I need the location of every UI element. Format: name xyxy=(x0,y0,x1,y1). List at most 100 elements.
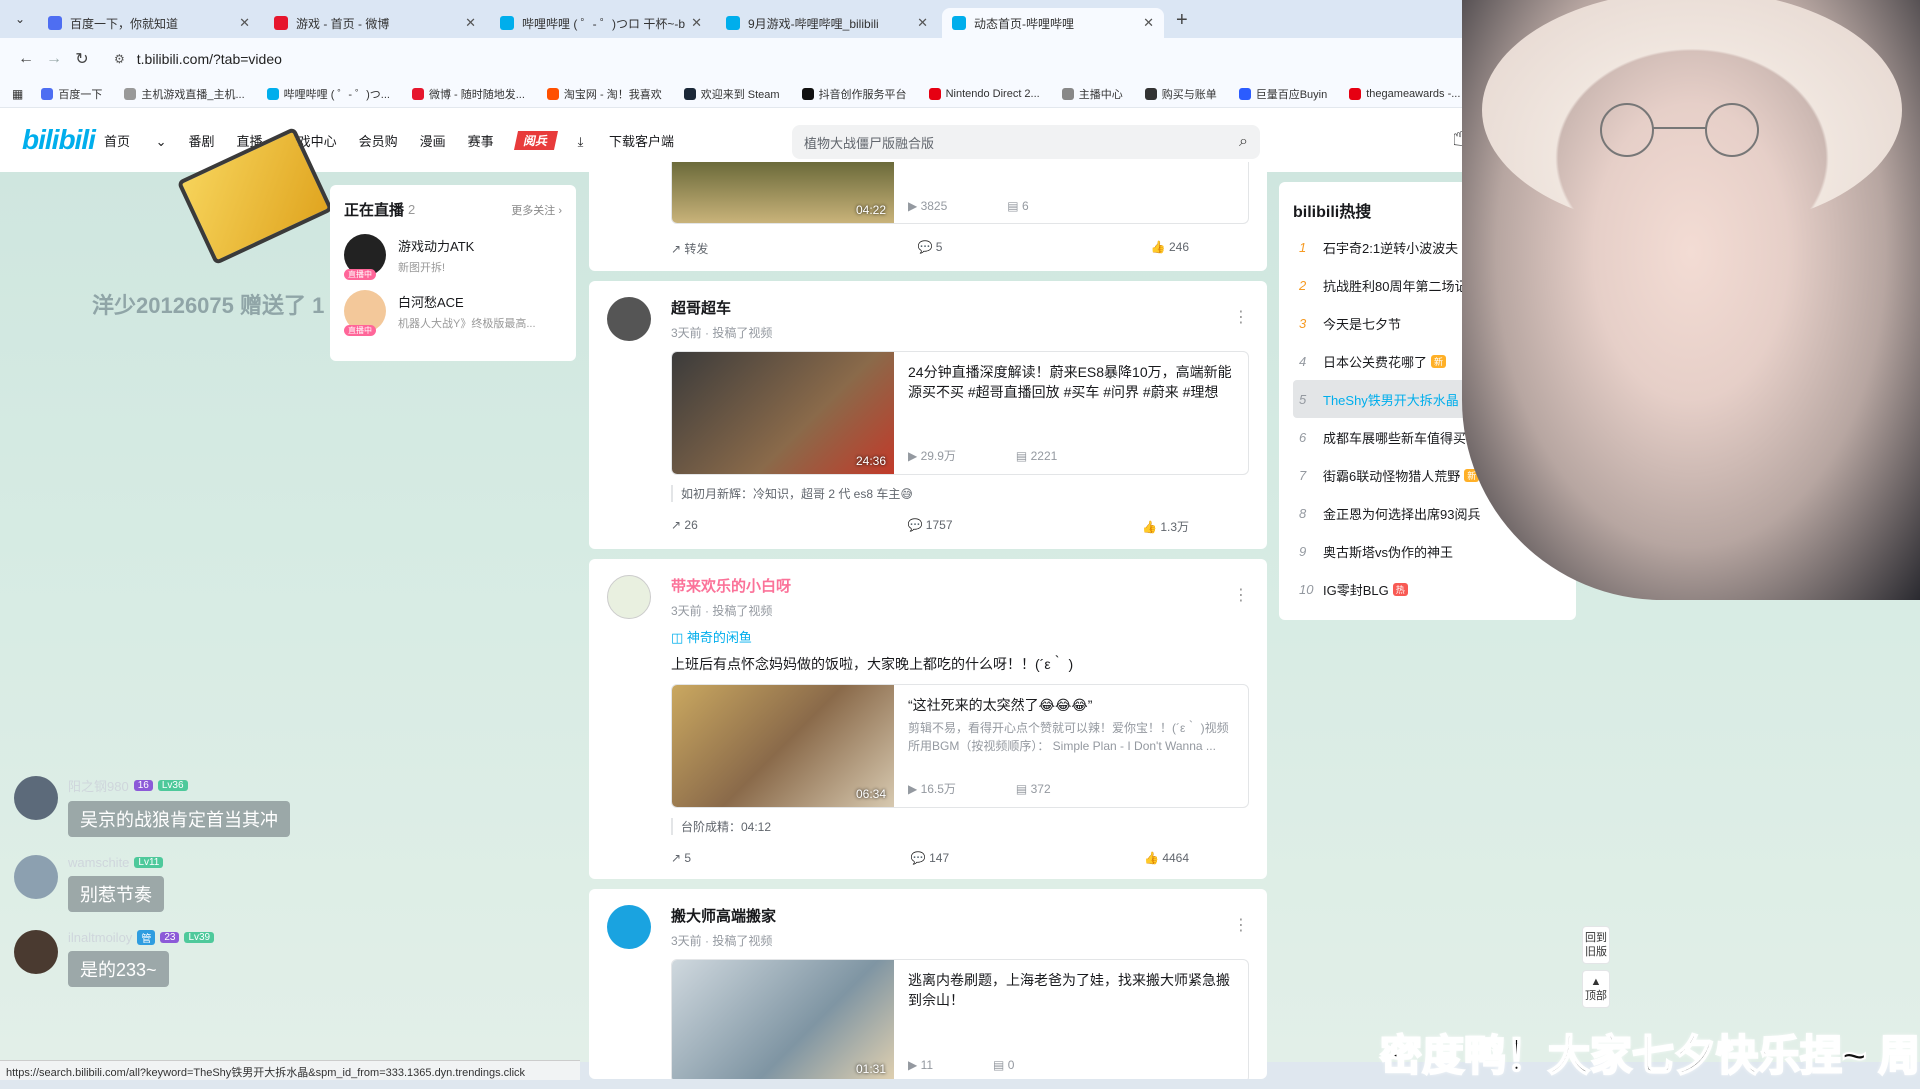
hot-tag: 热 xyxy=(1392,582,1408,596)
video-thumbnail[interactable]: 04:22 xyxy=(672,162,894,223)
bilibili-logo[interactable]: bilibili xyxy=(22,124,102,156)
browser-tab[interactable]: 游戏 - 首页 - 微博 ✕ xyxy=(264,8,486,38)
play-icon: ▶ 16.5万 xyxy=(908,782,956,796)
close-icon[interactable]: ✕ xyxy=(239,15,250,31)
nav-download[interactable]: ⤓ 下载客户端 xyxy=(578,131,696,150)
live-item[interactable]: 直播中 游戏动力ATK 新图开拆! xyxy=(344,234,562,280)
apps-icon[interactable]: ▦ xyxy=(12,87,23,101)
close-icon[interactable]: ✕ xyxy=(691,15,702,31)
author-name[interactable]: 搬大师高端搬家 xyxy=(671,905,1249,926)
danmaku-icon: ▤ 0 xyxy=(993,1058,1015,1072)
topic-link[interactable]: ◫ 神奇的闲鱼 xyxy=(671,627,1249,646)
close-icon[interactable]: ✕ xyxy=(465,15,476,31)
close-icon[interactable]: ✕ xyxy=(917,15,928,31)
search-input[interactable]: 植物大战僵尸版融合版 ⌕ xyxy=(792,125,1260,159)
bookmark-item[interactable]: 微博 - 随时随地发... xyxy=(411,86,525,102)
bookmark-item[interactable]: 抖音创作服务平台 xyxy=(801,86,907,102)
author-name[interactable]: 带来欢乐的小白呀 xyxy=(671,575,1249,596)
danmaku-icon: ▤ 372 xyxy=(1015,782,1051,796)
avatar[interactable] xyxy=(607,297,651,341)
video-card[interactable]: 24:36 24分钟直播深度解读！蔚来ES8暴降10万，高端新能源买不买 #超哥… xyxy=(671,351,1249,475)
browser-tab[interactable]: 哔哩哔哩 ( ゜- ゜)つロ 干杯~-bi ✕ xyxy=(490,8,712,38)
live-desc: 新图开拆! xyxy=(398,261,446,274)
hot-label: 成都车展哪些新车值得买 xyxy=(1323,430,1467,446)
nav-home[interactable]: 首页 ⌄ xyxy=(104,131,167,150)
bookmark-item[interactable]: 巨量百应Buyin xyxy=(1238,86,1328,102)
hot-search-item[interactable]: 10 IG零封BLG 热 xyxy=(1293,570,1562,608)
like-button[interactable]: 👍 1.3万 xyxy=(1016,518,1249,535)
like-button[interactable]: 👍 246 xyxy=(1016,240,1249,257)
bookmark-label: 主播中心 xyxy=(1078,88,1123,101)
video-title[interactable]: “这社死来的太突然了😂😂😂” xyxy=(908,695,1234,715)
nav-mall[interactable]: 会员购 xyxy=(359,131,398,150)
user-badge: 16 xyxy=(133,780,153,791)
video-card[interactable]: 01:31 逃离内卷刷题，上海老爸为了娃，找来搬大师紧急搬到佘山！ ▶ 11 ▤ … xyxy=(671,959,1249,1079)
bookmark-label: 欢迎来到 Steam xyxy=(700,88,780,101)
video-card[interactable]: 06:34 “这社死来的太突然了😂😂😂” 剪辑不易，看得开心点个赞就可以辣！爱你… xyxy=(671,684,1249,808)
bookmark-label: 抖音创作服务平台 xyxy=(818,88,907,101)
new-tab-icon[interactable]: + xyxy=(1176,9,1188,32)
repost-button[interactable]: ↗ 转发 xyxy=(671,240,844,257)
bookmark-item[interactable]: Nintendo Direct 2... xyxy=(928,86,1040,102)
browser-tab[interactable]: 百度一下，你就知道 ✕ xyxy=(38,8,260,38)
tab-title: 动态首页-哔哩哔哩 xyxy=(974,16,1074,31)
tab-search-icon[interactable]: ⌄ xyxy=(8,7,32,31)
more-icon[interactable]: ⋮ xyxy=(1233,915,1249,935)
avatar[interactable] xyxy=(607,905,651,949)
author-name[interactable]: 超哥超车 xyxy=(671,297,1249,318)
bookmark-item[interactable]: 购买与账单 xyxy=(1144,86,1217,102)
nav-match[interactable]: 赛事 xyxy=(468,131,494,150)
top-comment[interactable]: 台阶成精：04:12 xyxy=(671,818,1249,835)
bookmark-item[interactable]: 主机游戏直播_主机... xyxy=(124,86,245,102)
video-title[interactable]: 24分钟直播深度解读！蔚来ES8暴降10万，高端新能源买不买 #超哥直播回放 #… xyxy=(908,362,1234,402)
comment-button[interactable]: 💬 1757 xyxy=(844,518,1017,535)
nav-vip-badge[interactable]: 阅兵 xyxy=(513,130,558,150)
feed-card: 搬大师高端搬家 3天前 · 投稿了视频 ⋮ 01:31 逃离内卷刷题，上海老爸为… xyxy=(589,889,1267,1079)
bookmark-favicon-icon xyxy=(411,87,424,100)
comment-button[interactable]: 💬 147 xyxy=(844,851,1017,865)
repost-button[interactable]: ↗ 26 xyxy=(671,518,844,535)
more-icon[interactable]: ⋮ xyxy=(1233,585,1249,605)
tab-title: 9月游戏-哔哩哔哩_bilibili xyxy=(748,16,879,31)
video-thumbnail[interactable]: 01:31 xyxy=(672,960,894,1079)
search-icon[interactable]: ⌕ xyxy=(1239,133,1248,151)
action-bar: ↗ 转发 💬 5 👍 246 xyxy=(671,240,1249,257)
repost-button[interactable]: ↗ 5 xyxy=(671,851,844,865)
bookmark-item[interactable]: 欢迎来到 Steam xyxy=(683,86,780,102)
comment-button[interactable]: 💬 5 xyxy=(844,240,1017,257)
video-thumbnail[interactable]: 06:34 xyxy=(672,685,894,807)
more-icon[interactable]: ⋮ xyxy=(1233,307,1249,327)
bookmark-item[interactable]: 哔哩哔哩 ( ゜- ゜)つ... xyxy=(266,86,390,102)
bookmark-label: thegameawards -... xyxy=(1366,87,1461,100)
browser-tab[interactable]: 动态首页-哔哩哔哩 ✕ xyxy=(942,8,1164,38)
nav-manga[interactable]: 漫画 xyxy=(420,131,446,150)
action-bar: ↗ 26 💬 1757 👍 1.3万 xyxy=(671,518,1249,535)
old-version-button[interactable]: 回到旧版 xyxy=(1582,926,1610,964)
bookmark-item[interactable]: 淘宝网 - 淘！我喜欢 xyxy=(546,86,662,102)
video-card[interactable]: 04:22 ▶ 3825 ▤ 6 xyxy=(671,162,1249,224)
video-desc: 剪辑不易，看得开心点个赞就可以辣！爱你宝！！(´ε｀ )视频所用BGM（按视频顺… xyxy=(908,721,1229,753)
avatar[interactable]: 直播中 xyxy=(344,290,386,336)
video-title[interactable]: 逃离内卷刷题，上海老爸为了娃，找来搬大师紧急搬到佘山！ xyxy=(908,970,1234,1010)
video-thumbnail[interactable]: 24:36 xyxy=(672,352,894,474)
back-to-top-button[interactable]: ▲ 顶部 xyxy=(1582,970,1610,1008)
live-more-link[interactable]: 更多关注 › xyxy=(511,202,562,218)
bookmark-item[interactable]: 百度一下 xyxy=(41,86,102,102)
back-icon[interactable]: ← xyxy=(12,50,40,68)
avatar[interactable]: 直播中 xyxy=(344,234,386,280)
site-info-icon[interactable]: ⚙ xyxy=(114,52,125,66)
avatar[interactable] xyxy=(607,575,651,619)
live-item[interactable]: 直播中 白河愁ACE 机器人大战Y》终极版最高... xyxy=(344,290,562,336)
close-icon[interactable]: ✕ xyxy=(1143,15,1154,31)
browser-tab[interactable]: 9月游戏-哔哩哔哩_bilibili ✕ xyxy=(716,8,938,38)
url-field[interactable]: ⚙ t.bilibili.com/?tab=video xyxy=(106,44,1306,74)
forward-icon[interactable]: → xyxy=(40,50,68,68)
like-button[interactable]: 👍 4464 xyxy=(1016,851,1249,865)
top-comment[interactable]: 如初月新辉：冷知识，超哥 2 代 es8 车主😅 xyxy=(671,485,1249,502)
reload-icon[interactable]: ↻ xyxy=(68,49,96,69)
bookmark-item[interactable]: 主播中心 xyxy=(1061,86,1123,102)
chat-message: 阳之钢980 16 Lv36 吴京的战狼肯定首当其冲 xyxy=(14,776,290,837)
nav-bangumi[interactable]: 番剧 xyxy=(189,131,215,150)
bookmark-label: 巨量百应Buyin xyxy=(1255,88,1328,101)
bookmark-item[interactable]: thegameawards -... xyxy=(1349,86,1460,102)
